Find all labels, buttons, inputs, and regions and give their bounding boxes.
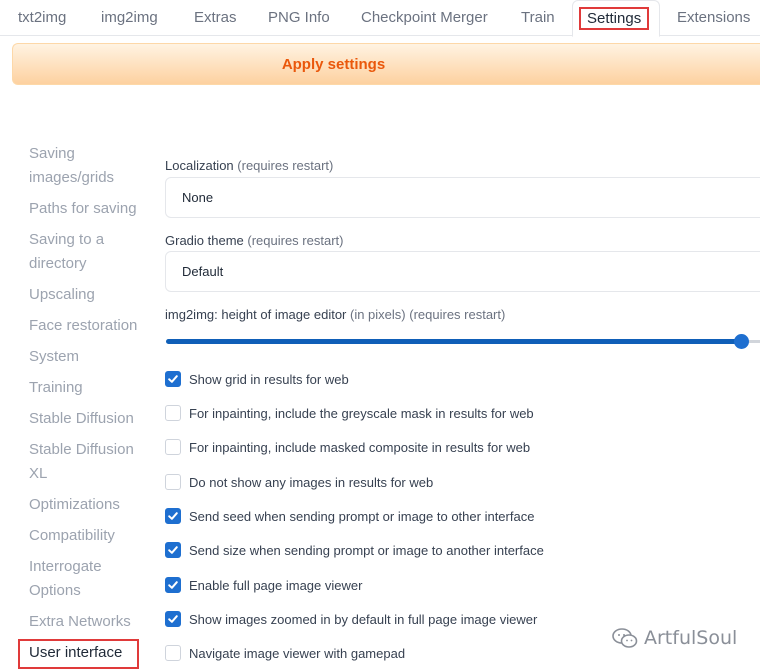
tab-txt2img[interactable]: txt2img [18,0,66,36]
restart-note: (requires restart) [247,233,344,248]
restart-note: (requires restart) [409,307,506,322]
tab-label: img2img [101,9,158,26]
sidebar-item-saving-to-directory[interactable]: Saving to a directory [29,228,144,276]
checkbox-row[interactable]: Show images zoomed in by default in full… [165,609,537,629]
editor-height-label: img2img: height of image editor (in pixe… [165,307,505,322]
apply-settings-button[interactable]: Apply settings [12,43,760,85]
tab-label: PNG Info [268,9,330,26]
checkbox-row[interactable]: For inpainting, include masked composite… [165,437,530,457]
localization-label-text: Localization [165,158,234,173]
tab-label: Settings [578,7,650,30]
checkmark-icon [168,615,178,623]
sidebar-item-stable-diffusion[interactable]: Stable Diffusion [29,407,144,431]
checkbox-row[interactable]: Do not show any images in results for we… [165,472,433,492]
checkbox-label: Navigate image viewer with gamepad [189,645,406,661]
watermark-text: ArtfulSoul [644,627,738,649]
checkbox[interactable] [165,577,181,593]
sidebar-item-training[interactable]: Training [29,376,144,400]
wechat-icon [612,627,638,649]
checkbox-label: For inpainting, include the greyscale ma… [189,405,534,421]
tab-label: txt2img [18,9,67,26]
tab-label: Train [521,9,555,26]
checkbox-label: Enable full page image viewer [189,577,363,593]
editor-height-slider[interactable] [166,339,743,344]
localization-label: Localization (requires restart) [165,158,333,173]
gradio-theme-label: Gradio theme (requires restart) [165,233,343,248]
checkbox[interactable] [165,645,181,661]
sidebar-item-system[interactable]: System [29,345,144,369]
sidebar-item-extra-networks[interactable]: Extra Networks [29,610,144,634]
localization-select[interactable]: None [165,177,760,218]
checkmark-icon [168,512,178,520]
localization-value: None [182,190,214,205]
sidebar-item-paths-for-saving[interactable]: Paths for saving [29,197,144,221]
checkbox-row[interactable]: Enable full page image viewer [165,575,362,595]
tab-extensions[interactable]: Extensions [677,0,750,36]
checkmark-icon [168,581,178,589]
checkbox-label: Do not show any images in results for we… [189,474,434,490]
tab-label: Extensions [677,9,751,26]
tab-bar: txt2img img2img Extras PNG Info Checkpoi… [0,0,760,37]
checkbox[interactable] [165,371,181,387]
checkmark-icon [168,546,178,554]
apply-settings-label: Apply settings [281,55,386,73]
tab-settings[interactable]: Settings [572,0,660,37]
gradio-theme-select[interactable]: Default [165,251,760,292]
tab-label: Extras [194,9,237,26]
gradio-theme-value: Default [182,264,224,279]
checkbox[interactable] [165,508,181,524]
tab-png-info[interactable]: PNG Info [268,0,330,36]
checkbox[interactable] [165,611,181,627]
checkbox[interactable] [165,542,181,558]
gradio-theme-label-text: Gradio theme [165,233,244,248]
checkbox-row[interactable]: Navigate image viewer with gamepad [165,643,405,663]
checkbox-row[interactable]: Send size when sending prompt or image t… [165,540,544,560]
selection-highlight [18,639,139,669]
sidebar-item-optimizations[interactable]: Optimizations [29,493,144,517]
checkbox[interactable] [165,474,181,490]
checkmark-icon [168,375,178,383]
sidebar-item-face-restoration[interactable]: Face restoration [29,314,144,338]
pixels-note: (in pixels) [350,307,406,322]
checkbox[interactable] [165,405,181,421]
tab-extras[interactable]: Extras [194,0,237,36]
checkbox-label: Show images zoomed in by default in full… [189,611,538,627]
sidebar-item-saving-images-grids[interactable]: Saving images/grids [29,142,144,190]
checkbox-label: For inpainting, include masked composite… [189,439,531,455]
editor-height-label-text: img2img: height of image editor [165,307,347,322]
checkbox-row[interactable]: For inpainting, include the greyscale ma… [165,403,534,423]
slider-handle[interactable] [734,334,750,349]
tab-checkpoint-merger[interactable]: Checkpoint Merger [361,0,488,36]
sidebar-item-interrogate-options[interactable]: Interrogate Options [29,555,144,603]
sidebar-item-compatibility[interactable]: Compatibility [29,524,144,548]
tab-label: Checkpoint Merger [361,9,488,26]
restart-note: (requires restart) [237,158,334,173]
tab-train[interactable]: Train [521,0,555,36]
checkbox-row[interactable]: Send seed when sending prompt or image t… [165,506,534,526]
sidebar-item-stable-diffusion-xl[interactable]: Stable Diffusion XL [29,438,144,486]
watermark: ArtfulSoul [612,627,737,649]
checkbox-label: Send size when sending prompt or image t… [189,542,544,558]
sidebar-item-upscaling[interactable]: Upscaling [29,283,144,307]
tab-img2img[interactable]: img2img [101,0,158,36]
checkbox-label: Send seed when sending prompt or image t… [189,508,535,524]
checkbox-row[interactable]: Show grid in results for web [165,369,349,389]
checkbox[interactable] [165,439,181,455]
checkbox-label: Show grid in results for web [189,371,349,387]
